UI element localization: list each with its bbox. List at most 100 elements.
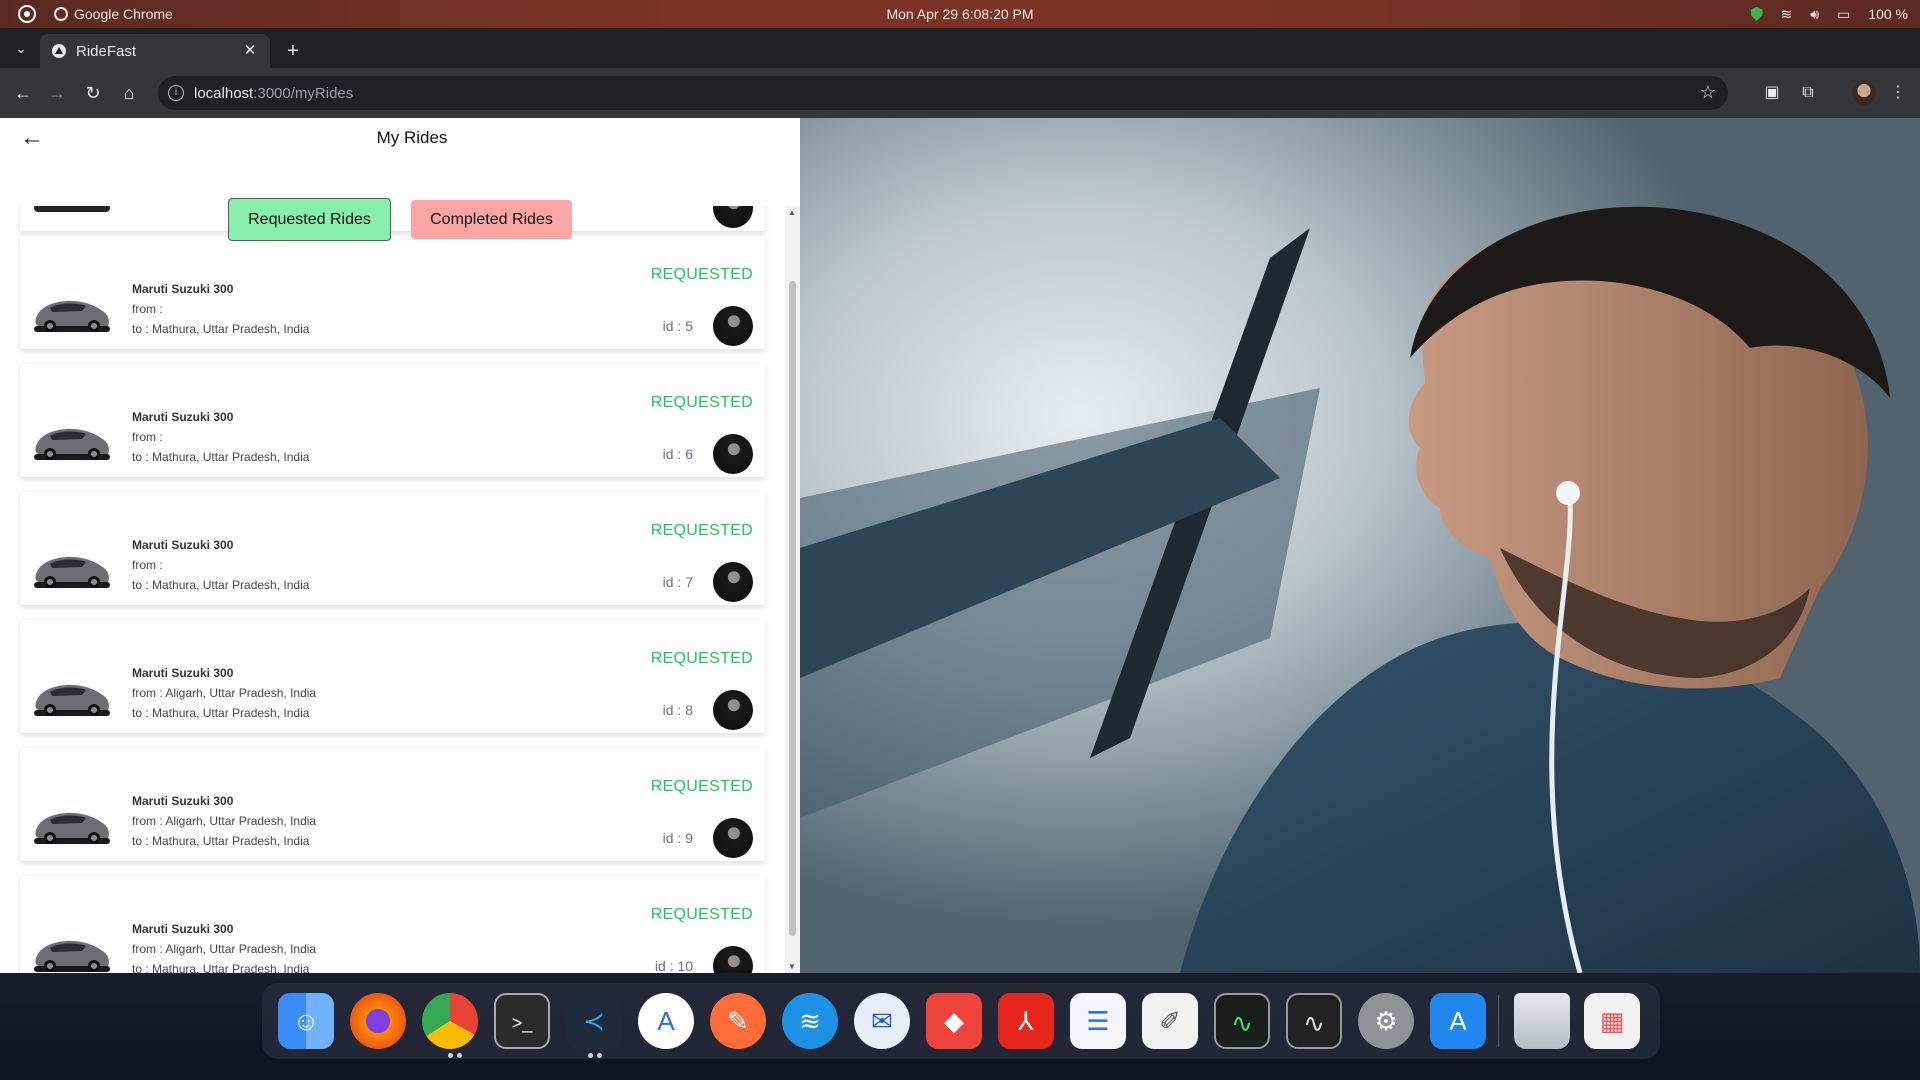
active-app-name: Google Chrome: [74, 6, 173, 22]
wifi-icon[interactable]: ≋: [1781, 6, 1793, 23]
ride-card[interactable]: Maruti Suzuki 300 from : Aligarh, Uttar P…: [20, 876, 765, 973]
scroll-up-arrow-icon[interactable]: ▲: [788, 208, 796, 217]
car-thumbnail: [32, 798, 112, 848]
ride-from: from :: [132, 302, 163, 316]
home-icon[interactable]: ⌂: [116, 80, 142, 106]
dock-area: ☺ >_ ≺ A ✎ ≋ ✉ ◆ ⅄ ☰ ✐ ∿ ∿ ⚙ A ▦: [0, 973, 1920, 1080]
ride-card[interactable]: Maruti Suzuki 300 from : Aligarh, Uttar P…: [20, 620, 765, 733]
activity-monitor-icon[interactable]: ∿: [1214, 993, 1270, 1049]
scroll-down-arrow-icon[interactable]: ▼: [788, 962, 796, 971]
requested-rides-button[interactable]: Requested Rides: [228, 198, 391, 241]
driver-avatar[interactable]: [713, 818, 753, 858]
page-header: ← My Rides: [0, 118, 800, 158]
software-updater-icon[interactable]: A: [1430, 993, 1486, 1049]
ride-status: REQUESTED: [650, 778, 753, 795]
text-editor-icon[interactable]: ☰: [1070, 993, 1126, 1049]
ride-card-partial[interactable]: [20, 206, 765, 231]
page-title: My Rides: [376, 128, 448, 147]
chrome-menu-icon[interactable]: ⋮: [1886, 81, 1910, 105]
battery-percent: 100 %: [1868, 6, 1908, 22]
settings-icon[interactable]: ⚙: [1358, 993, 1414, 1049]
new-tab-button[interactable]: +: [282, 40, 304, 62]
finder-icon[interactable]: ☺: [278, 993, 334, 1049]
ride-id: id : 6: [662, 446, 693, 462]
page-content: Maruti Suzuki 300 from : to : Mathura, Utt…: [0, 118, 1920, 973]
acrobat-icon[interactable]: ⅄: [998, 993, 1054, 1049]
tab-search-chevron-icon[interactable]: ⌄: [10, 36, 32, 60]
ride-id: id : 9: [662, 830, 693, 846]
trash-icon[interactable]: [1514, 993, 1570, 1049]
docker-icon[interactable]: ≋: [782, 993, 838, 1049]
car-name: Maruti Suzuki 300: [132, 538, 234, 552]
car-thumbnail: [32, 286, 112, 336]
ride-card[interactable]: Maruti Suzuki 300 from : to : Mathura, Utt…: [20, 364, 765, 477]
app-icon[interactable]: A: [638, 993, 694, 1049]
volume-icon[interactable]: 🔊︎: [1810, 6, 1819, 23]
cast-icon[interactable]: ▣: [1760, 81, 1784, 105]
ride-to: to : Mathura, Uttar Pradesh, India: [132, 578, 310, 592]
tab-title: RideFast: [76, 42, 137, 60]
car-name: Maruti Suzuki 300: [132, 410, 234, 424]
ride-to: to : Mathura, Uttar Pradesh, India: [132, 450, 310, 464]
vpn-shield-icon[interactable]: [1750, 7, 1763, 21]
site-info-icon[interactable]: i: [168, 85, 184, 101]
active-app-menu[interactable]: Google Chrome: [54, 6, 173, 22]
driver-avatar[interactable]: [713, 306, 753, 346]
address-bar[interactable]: i localhost:3000/myRides ☆: [158, 76, 1728, 110]
terminal-icon[interactable]: >_: [494, 993, 550, 1049]
profile-avatar[interactable]: [1852, 81, 1876, 105]
hero-image: [800, 118, 1920, 973]
ride-from: from : Aligarh, Uttar Pradesh, India: [132, 814, 317, 828]
chrome-icon[interactable]: [422, 993, 478, 1049]
car-thumbnail: [32, 670, 112, 720]
ride-from: from :: [132, 430, 163, 444]
rides-list[interactable]: Maruti Suzuki 300 from : to : Mathura, Utt…: [0, 206, 785, 973]
system-top-bar: Google Chrome Mon Apr 29 6:08:20 PM ≋ 🔊︎…: [0, 0, 1920, 28]
ride-card[interactable]: Maruti Suzuki 300 from : to : Mathura, Utt…: [20, 492, 765, 605]
ride-from: from : Aligarh, Uttar Pradesh, India: [132, 942, 317, 956]
postman-icon[interactable]: ✎: [710, 993, 766, 1049]
driver-avatar[interactable]: [713, 946, 753, 973]
ride-status: REQUESTED: [650, 522, 753, 539]
tab-ridefast[interactable]: RideFast ✕: [40, 34, 270, 68]
ride-to: to : Mathura, Uttar Pradesh, India: [132, 962, 310, 973]
rides-scrollbar[interactable]: ▲ ▼: [785, 206, 800, 973]
reload-icon[interactable]: ↻: [80, 80, 106, 106]
thunderbird-icon[interactable]: ✉: [854, 993, 910, 1049]
ride-status: REQUESTED: [650, 266, 753, 283]
ride-to: to : Mathura, Uttar Pradesh, India: [132, 322, 310, 336]
ride-id: id : 5: [662, 318, 693, 334]
ride-card[interactable]: Maruti Suzuki 300 from : Aligarh, Uttar P…: [20, 748, 765, 861]
car-name: Maruti Suzuki 300: [132, 922, 234, 936]
ride-id: id : 7: [662, 574, 693, 590]
favicon-icon: [52, 44, 66, 58]
ride-filter-row: Requested Rides Completed Rides: [0, 158, 800, 241]
completed-rides-button[interactable]: Completed Rides: [411, 200, 572, 239]
ride-card[interactable]: Maruti Suzuki 300 from : to : Mathura, Utt…: [20, 236, 765, 349]
notes-icon[interactable]: ✐: [1142, 993, 1198, 1049]
ride-id: id : 10: [654, 958, 693, 973]
clock[interactable]: Mon Apr 29 6:08:20 PM: [886, 6, 1033, 22]
close-tab-icon[interactable]: ✕: [240, 41, 260, 61]
forward-icon[interactable]: →: [44, 80, 70, 106]
app-grid-icon[interactable]: ▦: [1584, 993, 1640, 1049]
os-logo-icon[interactable]: [18, 5, 36, 23]
driver-avatar[interactable]: [713, 690, 753, 730]
car-name: Maruti Suzuki 300: [132, 666, 234, 680]
ride-status: REQUESTED: [650, 394, 753, 411]
tab-strip: ⌄ RideFast ✕ +: [0, 28, 1920, 68]
bookmark-star-icon[interactable]: ☆: [1700, 82, 1716, 103]
firefox-icon[interactable]: [350, 993, 406, 1049]
car-name: Maruti Suzuki 300: [132, 794, 234, 808]
system-monitor-icon[interactable]: ∿: [1286, 993, 1342, 1049]
battery-icon[interactable]: ▭: [1837, 6, 1850, 23]
ride-status: REQUESTED: [650, 650, 753, 667]
driver-avatar[interactable]: [713, 434, 753, 474]
back-icon[interactable]: ←: [10, 80, 36, 106]
scroll-thumb[interactable]: [789, 281, 796, 936]
extensions-icon[interactable]: ⧉: [1796, 81, 1820, 105]
driver-avatar[interactable]: [713, 562, 753, 602]
ride-to: to : Mathura, Uttar Pradesh, India: [132, 706, 310, 720]
anydesk-icon[interactable]: ◆: [926, 993, 982, 1049]
vscode-icon[interactable]: ≺: [566, 993, 622, 1049]
